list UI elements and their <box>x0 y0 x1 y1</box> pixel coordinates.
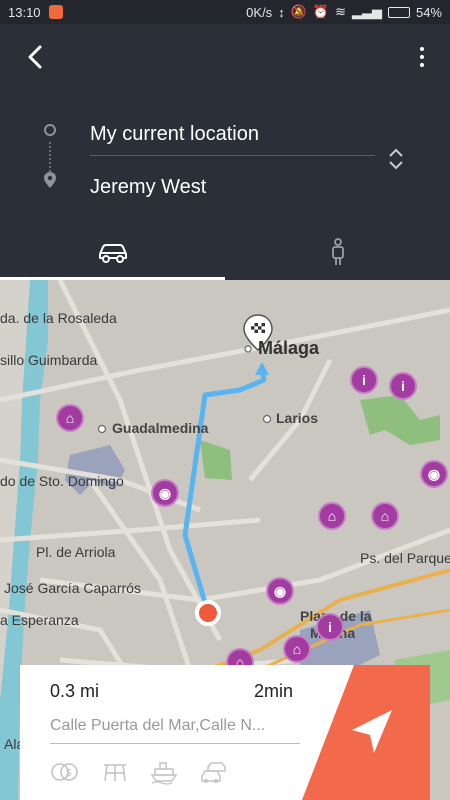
hotel-poi-icon[interactable]: ⌂ <box>318 502 346 530</box>
alarm-icon: ⏰ <box>312 4 330 19</box>
map-label: Guadalmedina <box>112 420 209 436</box>
map-label: da. de la Rosaleda <box>0 310 117 326</box>
info-poi-icon[interactable]: i <box>389 372 417 400</box>
destination-field[interactable]: Jeremy West <box>90 166 375 208</box>
origin-field[interactable]: My current location <box>90 114 375 156</box>
route-dots <box>49 142 51 172</box>
pedestrian-icon <box>331 238 344 265</box>
back-button[interactable] <box>20 42 50 72</box>
destination-pin-icon <box>44 172 56 188</box>
origin-circle-icon <box>44 124 56 136</box>
ferry-crane-icon[interactable] <box>102 761 128 783</box>
map-label: a Esperanza <box>0 612 79 628</box>
route-header: My current location Jeremy West <box>0 24 450 280</box>
toll-icon[interactable]: $ <box>50 761 80 783</box>
route-via[interactable]: Calle Puerta del Mar,Calle N... <box>50 717 300 744</box>
status-bar: 13:10 0K/s ↕ 🔕 ⏰ ≋ ▂▃▅ 54% <box>0 0 450 24</box>
route-distance: 0.3 mi <box>50 681 100 701</box>
map-label: sillo Guimbarda <box>0 352 98 368</box>
back-arrow-icon <box>28 45 42 69</box>
car-icon <box>98 244 127 263</box>
info-poi-icon[interactable]: i <box>316 613 344 641</box>
svg-text:$: $ <box>66 768 72 779</box>
status-right: 0K/s ↕ 🔕 ⏰ ≋ ▂▃▅ 54% <box>246 4 442 20</box>
ferry-icon[interactable] <box>150 761 178 785</box>
tab-car[interactable] <box>0 224 225 280</box>
transport-mode-tabs <box>0 224 450 280</box>
map-label: do de Sto. Domingo <box>0 473 124 489</box>
hotel-poi-icon[interactable]: ⌂ <box>56 404 84 432</box>
hotel-poi-icon[interactable]: ⌂ <box>283 635 311 663</box>
camera-poi-icon[interactable]: ◉ <box>151 479 179 507</box>
swap-direction-icon[interactable] <box>384 146 408 172</box>
mute-icon: 🔕 <box>290 4 307 19</box>
camera-poi-icon[interactable]: ◉ <box>420 460 448 488</box>
hotel-poi-icon[interactable]: ⌂ <box>371 502 399 530</box>
map-label: José García Caparrós <box>4 580 141 596</box>
status-time: 13:10 <box>8 4 41 20</box>
network-speed: 0K/s <box>246 4 273 20</box>
tab-walk[interactable] <box>225 224 450 280</box>
map-label: Ps. del Parque <box>360 550 450 566</box>
route-summary-card: 0.3 mi 2min Calle Puerta del Mar,Calle N… <box>20 665 430 800</box>
camera-poi-icon[interactable]: ◉ <box>266 577 294 605</box>
info-poi-icon[interactable]: i <box>350 366 378 394</box>
signal-icon: ▂▃▅ <box>351 4 382 19</box>
map-label: Pl. de Arriola <box>36 544 116 560</box>
map-label: Larios <box>276 410 319 426</box>
route-options: $ <box>50 761 232 785</box>
start-navigation-button[interactable] <box>302 665 430 800</box>
route-duration: 2min <box>254 681 294 701</box>
start-location-marker <box>195 600 221 626</box>
overflow-menu-button[interactable] <box>410 42 434 72</box>
data-icon: ↕ <box>278 4 285 20</box>
route-icons <box>40 120 60 190</box>
wifi-icon: ≋ <box>335 4 346 19</box>
battery-percent: 54% <box>415 4 442 20</box>
map-label: Málaga <box>258 338 320 358</box>
notification-icon <box>48 5 63 19</box>
highway-cars-icon[interactable] <box>200 761 232 785</box>
battery-icon <box>387 6 410 18</box>
